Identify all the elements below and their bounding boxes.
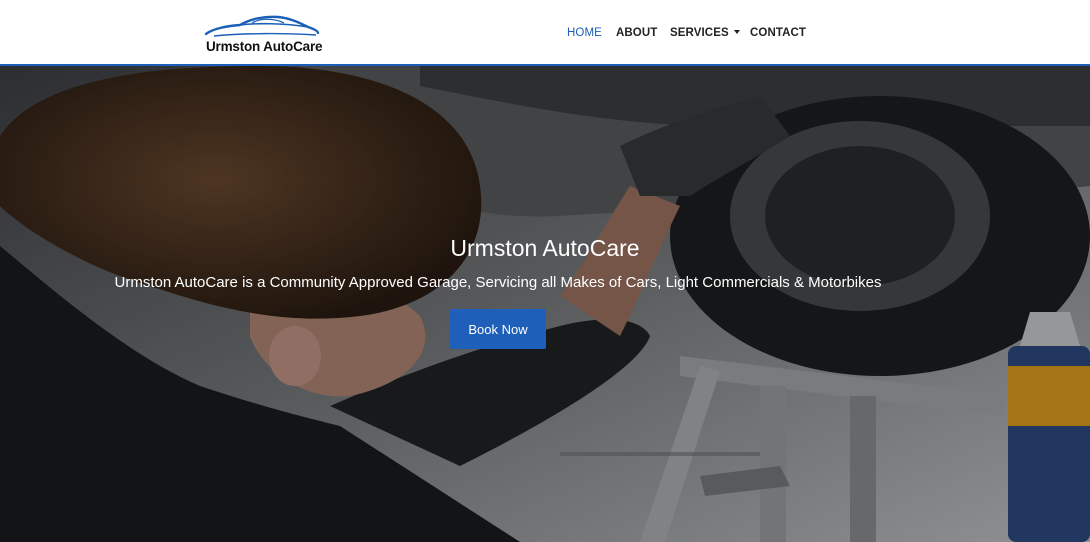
nav-services-label: SERVICES	[670, 27, 729, 39]
logo-text: Urmston AutoCare	[206, 39, 323, 54]
site-logo[interactable]: Urmston AutoCare	[204, 14, 323, 58]
nav-about[interactable]: ABOUT	[616, 27, 657, 39]
site-header: Urmston AutoCare HOME ABOUT SERVICES CON…	[0, 0, 1090, 66]
nav-contact[interactable]: CONTACT	[750, 27, 806, 39]
nav-services[interactable]: SERVICES	[670, 27, 740, 39]
book-now-button[interactable]: Book Now	[450, 309, 546, 349]
chevron-down-icon	[733, 29, 740, 34]
nav-home[interactable]: HOME	[567, 27, 602, 39]
hero-section: Urmston AutoCare Urmston AutoCare is a C…	[0, 66, 1090, 542]
car-silhouette-icon	[204, 15, 320, 37]
hero-overlay	[0, 66, 1090, 542]
hero-subtitle: Urmston AutoCare is a Community Approved…	[114, 274, 882, 291]
hero-title: Urmston AutoCare	[450, 235, 640, 261]
